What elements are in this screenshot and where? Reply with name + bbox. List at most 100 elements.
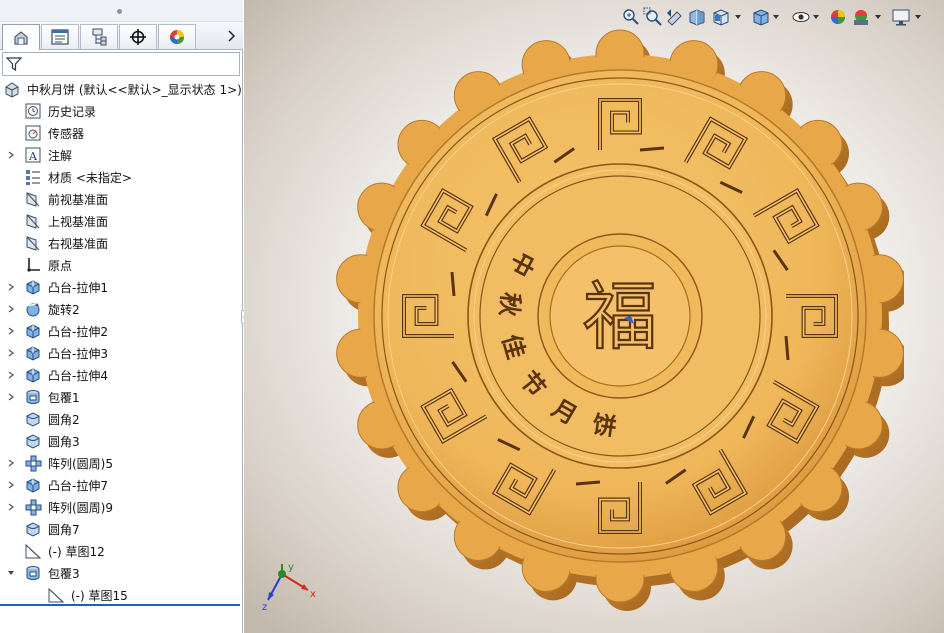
tree-node-icon <box>24 542 42 560</box>
tree-item-2[interactable]: 传感器 <box>0 122 243 144</box>
tree-item-4[interactable]: 材质 <未指定> <box>0 166 243 188</box>
tree-item-15[interactable]: 圆角2 <box>0 408 243 430</box>
extrude-icon <box>26 368 40 383</box>
chevron-right-icon <box>228 30 236 42</box>
tree-item-3[interactable]: A 注解 <box>0 144 243 166</box>
tree-item-10[interactable]: 旋转2 <box>0 298 243 320</box>
tree-node-label: (-) 草图15 <box>71 589 128 603</box>
circular-pattern-icon <box>25 499 42 516</box>
origin-icon <box>27 258 40 272</box>
appearance-icon <box>170 30 184 44</box>
tree-node-icon <box>24 102 42 120</box>
tree-node-icon <box>47 586 65 604</box>
mooncake-model[interactable]: 福中秋佳节月饼 <box>304 20 904 620</box>
rollback-bar[interactable] <box>0 604 240 606</box>
tree-node-icon <box>3 80 21 98</box>
expand-arrow-icon[interactable] <box>6 480 16 490</box>
tree-root-part[interactable]: 中秋月饼 (默认<<默认>_显示状态 1>) <box>0 78 243 100</box>
tree-node-label: 原点 <box>48 259 73 273</box>
tree-node-icon <box>24 234 42 252</box>
filter-icon <box>6 57 22 72</box>
tree-node-label: 凸台-拉伸4 <box>48 369 108 383</box>
tree-item-1[interactable]: 历史记录 <box>0 100 243 122</box>
extrude-icon <box>26 324 40 339</box>
tree-node-label: 右视基准面 <box>48 237 109 251</box>
property-manager-tab[interactable] <box>41 24 79 49</box>
reference-triad: x y z <box>262 562 316 613</box>
triad-x-label: x <box>310 589 316 600</box>
tree-node-label: 材质 <未指定> <box>48 171 132 185</box>
tree-item-19[interactable]: 阵列(圆周)9 <box>0 496 243 518</box>
resize-grip-icon <box>117 9 122 14</box>
plane-icon <box>26 192 40 207</box>
tree-node-icon <box>24 388 42 406</box>
expand-arrow-icon[interactable] <box>6 502 16 512</box>
tree-item-18[interactable]: 凸台-拉伸7 <box>0 474 243 496</box>
tab-overflow-button[interactable] <box>225 28 239 44</box>
panel-resize-handle[interactable] <box>0 0 243 22</box>
tree-node-icon <box>24 190 42 208</box>
ring-text-char: 秋 <box>494 291 524 319</box>
tree-item-20[interactable]: 圆角7 <box>0 518 243 540</box>
wrap-icon <box>26 390 40 404</box>
circular-pattern-icon <box>25 455 42 472</box>
dimxpert-manager-tab[interactable] <box>119 24 157 49</box>
configuration-manager-tab[interactable] <box>80 24 118 49</box>
tree-node-label: 中秋月饼 (默认<<默认>_显示状态 1>) <box>27 83 242 97</box>
tree-item-16[interactable]: 圆角3 <box>0 430 243 452</box>
tree-node-icon <box>24 322 42 340</box>
tree-item-14[interactable]: 包覆1 <box>0 386 243 408</box>
tree-item-13[interactable]: 凸台-拉伸4 <box>0 364 243 386</box>
tree-node-icon <box>24 124 42 142</box>
display-manager-tab[interactable] <box>158 24 196 49</box>
collapse-arrow-icon[interactable] <box>6 568 16 578</box>
graphics-area[interactable]: 福中秋佳节月饼 x y z <box>244 0 944 633</box>
tree-node-label: 前视基准面 <box>48 193 109 207</box>
tree-node-icon <box>24 344 42 362</box>
tree-node-label: 上视基准面 <box>48 215 109 229</box>
tree-item-17[interactable]: 阵列(圆周)5 <box>0 452 243 474</box>
tree-node-label: 历史记录 <box>48 105 97 119</box>
expand-arrow-icon[interactable] <box>6 370 16 380</box>
tree-node-label: 包覆3 <box>48 567 80 581</box>
tree-item-23[interactable]: (-) 草图15 <box>0 584 243 606</box>
tree-node-label: 旋转2 <box>48 303 80 317</box>
tree-item-11[interactable]: 凸台-拉伸2 <box>0 320 243 342</box>
tree-item-22[interactable]: 包覆3 <box>0 562 243 584</box>
svg-text:A: A <box>28 150 38 163</box>
expand-arrow-icon[interactable] <box>6 392 16 402</box>
tree-item-12[interactable]: 凸台-拉伸3 <box>0 342 243 364</box>
tree-node-label: 圆角2 <box>48 413 80 427</box>
feature-manager-tab[interactable] <box>2 24 40 50</box>
tree-node-icon: A <box>24 146 42 164</box>
expand-arrow-icon[interactable] <box>6 326 16 336</box>
tree-node-icon <box>24 564 42 582</box>
fillet-icon <box>26 522 40 537</box>
tree-node-label: 阵列(圆周)9 <box>48 501 113 515</box>
expand-arrow-icon[interactable] <box>6 304 16 314</box>
property-manager-icon <box>51 29 69 45</box>
tree-item-6[interactable]: 上视基准面 <box>0 210 243 232</box>
tree-item-9[interactable]: 凸台-拉伸1 <box>0 276 243 298</box>
revolve-icon <box>26 303 40 317</box>
tree-node-label: 凸台-拉伸3 <box>48 347 108 361</box>
tree-item-8[interactable]: 原点 <box>0 254 243 276</box>
tree-node-label: 凸台-拉伸7 <box>48 479 108 493</box>
expand-arrow-icon[interactable] <box>6 150 16 160</box>
sketch-icon <box>25 543 42 559</box>
tree-node-icon <box>24 168 42 186</box>
feature-manager-icon <box>14 30 28 45</box>
expand-arrow-icon[interactable] <box>6 458 16 468</box>
expand-arrow-icon[interactable] <box>6 348 16 358</box>
sensor-icon <box>25 125 41 141</box>
tree-node-icon <box>24 256 42 274</box>
triad-y-label: y <box>288 562 294 573</box>
dropdown-caret-icon[interactable] <box>914 13 922 21</box>
tree-item-7[interactable]: 右视基准面 <box>0 232 243 254</box>
tree-filter-input[interactable] <box>2 52 240 76</box>
sketch-icon <box>48 587 65 603</box>
expand-arrow-icon[interactable] <box>6 282 16 292</box>
tree-node-icon <box>24 366 42 384</box>
tree-item-21[interactable]: (-) 草图12 <box>0 540 243 562</box>
tree-item-5[interactable]: 前视基准面 <box>0 188 243 210</box>
